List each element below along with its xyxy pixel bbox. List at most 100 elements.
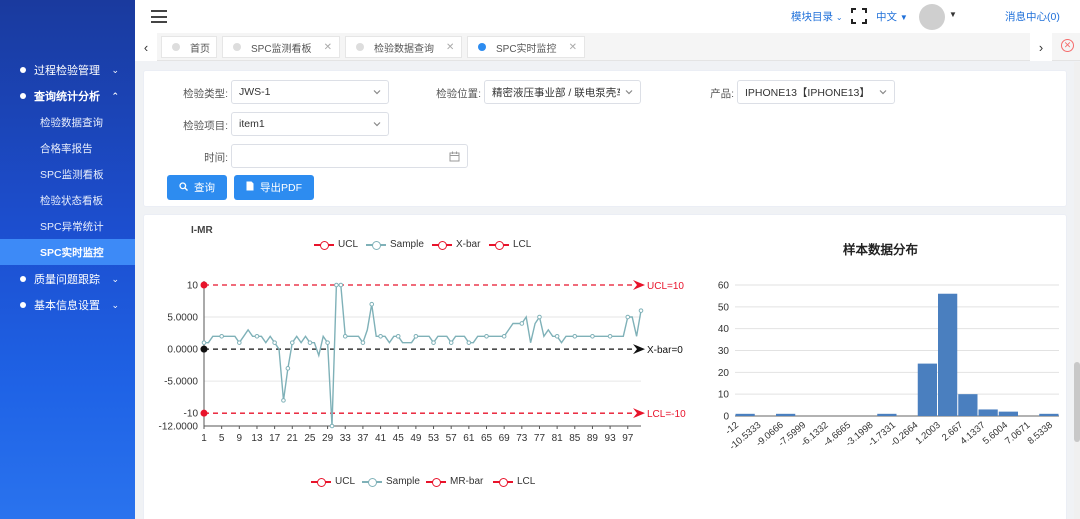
- sidebar-group-basic-settings[interactable]: 基本信息设置 ⌄: [0, 292, 135, 318]
- sidebar-group-query-stats[interactable]: 查询统计分析 ⌃: [0, 83, 135, 109]
- tab-scroll-right-icon[interactable]: ›: [1030, 33, 1052, 61]
- query-button[interactable]: 查询: [167, 175, 227, 200]
- y-tick-label: 60: [718, 281, 730, 292]
- chevron-down-icon: [373, 90, 381, 95]
- legend-marker-icon: [493, 477, 513, 487]
- tab-home[interactable]: 首页: [161, 36, 217, 58]
- ucl-label: UCL=10: [647, 281, 684, 292]
- y-tick-label: -12.0000: [159, 422, 199, 433]
- inspection-item-select[interactable]: item1: [231, 112, 389, 136]
- language-dropdown[interactable]: 中文 ▼: [876, 9, 908, 24]
- legend-label: LCL: [517, 476, 536, 487]
- sidebar-group-quality-tracking[interactable]: 质量问题跟踪 ⌄: [0, 266, 135, 292]
- histogram-bar: [998, 411, 1018, 416]
- filter-panel: 检验类型: JWS-1 检验位置: 精密液压事业部 / 联电泵壳车间 产品: I…: [143, 70, 1067, 207]
- hamburger-menu-icon[interactable]: [151, 10, 167, 23]
- chevron-down-icon: ⌄: [111, 273, 119, 284]
- close-all-tabs-icon[interactable]: ✕: [1061, 39, 1074, 52]
- location-label: 检验位置:: [436, 88, 481, 100]
- close-icon[interactable]: ✕: [324, 42, 332, 53]
- legend-ucl[interactable]: UCL: [311, 476, 355, 487]
- tab-dot-icon: [172, 43, 180, 51]
- ucl-start-marker: [200, 281, 208, 289]
- sample-point: [219, 333, 224, 339]
- x-tick-label: 1.2003: [913, 420, 942, 447]
- inspection-type-label: 检验类型:: [183, 88, 228, 100]
- chart-panel: I-MR UCL Sample X-bar LCL 10 5.0000 0.0000…: [143, 214, 1067, 519]
- y-tick-label: 50: [718, 302, 730, 313]
- inspection-type-select[interactable]: JWS-1: [231, 80, 389, 104]
- sidebar-item-pass-rate[interactable]: 合格率报告: [0, 135, 135, 161]
- lcl-label: LCL=-10: [647, 409, 686, 420]
- menu-bullet-icon: [20, 93, 26, 99]
- avatar[interactable]: [919, 4, 945, 30]
- legend-sample[interactable]: Sample: [362, 476, 420, 487]
- tab-data-query[interactable]: 检验数据查询 ✕: [345, 36, 462, 58]
- x-tick-label: 41: [375, 433, 387, 444]
- tab-label: 首页: [190, 43, 210, 55]
- sidebar-group-label: 过程检验管理: [34, 65, 100, 77]
- lcl-start-marker: [200, 409, 208, 417]
- product-label: 产品:: [710, 88, 734, 100]
- x-tick-label: 65: [481, 433, 493, 444]
- y-tick-label: 20: [718, 368, 730, 379]
- legend-lcl[interactable]: LCL: [493, 476, 535, 487]
- product-select[interactable]: IPHONE13【IPHONE13】: [737, 80, 895, 104]
- legend-ucl[interactable]: UCL: [314, 239, 358, 250]
- tab-scroll-left-icon[interactable]: ‹: [135, 33, 157, 61]
- sidebar-item-spc-realtime[interactable]: SPC实时监控: [0, 239, 135, 265]
- legend-lcl[interactable]: LCL: [489, 239, 531, 250]
- module-menu-dropdown[interactable]: 模块目录 ⌄: [791, 9, 843, 24]
- x-tick-label: 37: [357, 433, 369, 444]
- sample-point: [395, 333, 401, 339]
- x-tick-label: 1: [201, 433, 207, 444]
- x-tick-label: 89: [587, 433, 599, 444]
- close-icon[interactable]: ✕: [446, 42, 454, 53]
- sidebar-item-label: 合格率报告: [40, 142, 93, 155]
- sidebar: 过程检验管理 ⌄ 查询统计分析 ⌃ 检验数据查询 合格率报告 SPC监测看板 检…: [0, 0, 135, 519]
- sample-point: [519, 321, 525, 326]
- tab-spc-board[interactable]: SPC监测看板 ✕: [222, 36, 340, 58]
- legend-xbar[interactable]: X-bar: [432, 239, 480, 250]
- x-tick-label: 8.5338: [1026, 420, 1055, 447]
- time-range-input[interactable]: [231, 144, 468, 168]
- legend-marker-icon: [432, 240, 452, 250]
- sidebar-item-data-query[interactable]: 检验数据查询: [0, 109, 135, 135]
- x-tick-label: 61: [463, 433, 475, 444]
- legend-sample[interactable]: Sample: [366, 239, 424, 250]
- legend-mr-bar[interactable]: MR-bar: [426, 476, 483, 487]
- x-tick-label: 77: [534, 433, 546, 444]
- message-center-link[interactable]: 消息中心(0): [1005, 9, 1060, 24]
- close-icon[interactable]: ✕: [569, 42, 577, 53]
- chevron-up-icon: ⌃: [111, 90, 119, 101]
- chevron-down-icon: ⌄: [111, 299, 119, 310]
- sidebar-item-spc-board[interactable]: SPC监测看板: [0, 161, 135, 187]
- chevron-down-icon: ⌄: [835, 13, 843, 22]
- sidebar-item-spc-anomaly[interactable]: SPC异常统计: [0, 213, 135, 239]
- sidebar-group-label: 查询统计分析: [34, 91, 100, 103]
- legend-marker-icon: [489, 240, 509, 250]
- scrollbar-thumb[interactable]: [1074, 362, 1080, 442]
- sidebar-group-process-inspection[interactable]: 过程检验管理 ⌄: [0, 57, 135, 83]
- page-scrollbar[interactable]: [1074, 62, 1080, 519]
- location-select[interactable]: 精密液压事业部 / 联电泵壳车间: [484, 80, 641, 104]
- x-tick-label: 93: [605, 433, 617, 444]
- sample-point: [334, 282, 339, 288]
- histogram-bar: [938, 293, 958, 416]
- tab-dot-icon: [478, 43, 486, 51]
- sidebar-item-status-board[interactable]: 检验状态看板: [0, 187, 135, 213]
- y-tick-label: 10: [187, 281, 199, 292]
- ucl-arrow-icon: [633, 280, 645, 290]
- fullscreen-icon[interactable]: [851, 8, 867, 24]
- sample-point: [484, 333, 489, 339]
- caret-down-icon[interactable]: ▼: [949, 10, 957, 19]
- export-pdf-button[interactable]: 导出PDF: [234, 175, 314, 200]
- calendar-icon[interactable]: [449, 151, 460, 162]
- sample-point: [413, 333, 419, 339]
- sample-point: [638, 308, 644, 313]
- histogram-bar: [1039, 413, 1059, 416]
- sidebar-item-label: SPC异常统计: [40, 220, 104, 233]
- menu-bullet-icon: [20, 302, 26, 308]
- tab-spc-realtime[interactable]: SPC实时监控 ✕: [467, 36, 585, 58]
- x-tick-label: 5: [219, 433, 225, 444]
